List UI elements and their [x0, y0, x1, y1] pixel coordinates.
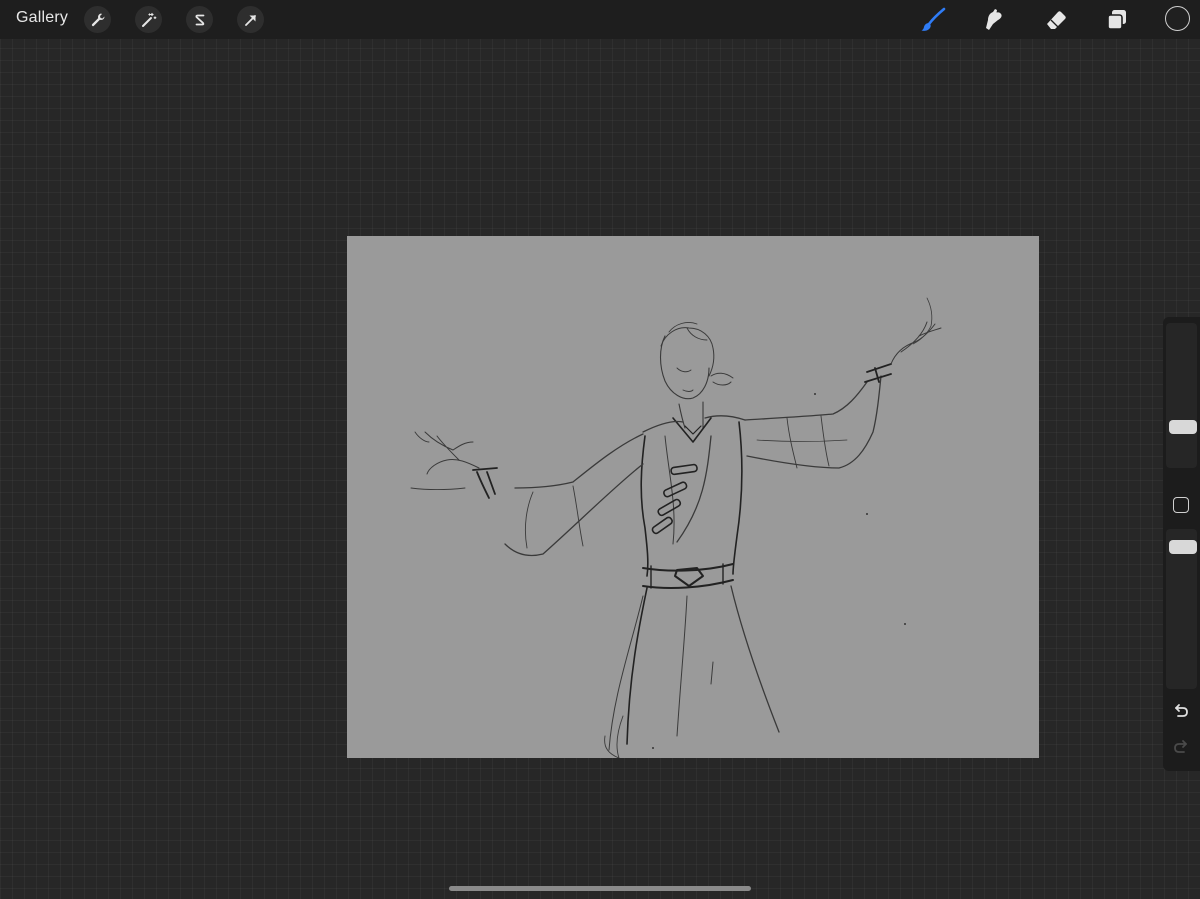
brush-size-thumb[interactable]	[1169, 420, 1197, 434]
layers-icon	[1107, 10, 1126, 30]
opacity-slider[interactable]	[1166, 529, 1197, 689]
eraser-icon	[1047, 11, 1066, 29]
brush-size-slider[interactable]	[1166, 323, 1197, 468]
gallery-button[interactable]: Gallery	[16, 9, 68, 27]
modify-button[interactable]	[1173, 497, 1189, 513]
drawing-canvas[interactable]	[347, 236, 1039, 758]
pencil-sketch	[410, 297, 942, 758]
wrench-icon	[91, 13, 104, 26]
selection-button[interactable]	[186, 6, 213, 33]
brush-tool-button[interactable]	[918, 5, 948, 35]
transform-button[interactable]	[237, 6, 264, 33]
redo-icon[interactable]	[1171, 737, 1191, 757]
side-toolbar	[1163, 317, 1200, 771]
procreate-app: Gallery	[0, 0, 1200, 899]
selection-s-icon	[194, 14, 204, 25]
adjustments-button[interactable]	[135, 6, 162, 33]
layers-button[interactable]	[1102, 5, 1132, 35]
smudge-tool-button[interactable]	[979, 5, 1009, 35]
magic-wand-icon	[141, 12, 156, 27]
arrow-cursor-icon	[244, 14, 256, 26]
top-toolbar: Gallery	[0, 0, 1200, 39]
home-indicator[interactable]	[449, 886, 751, 891]
opacity-thumb[interactable]	[1169, 540, 1197, 554]
smudge-icon	[986, 9, 1002, 30]
actions-button[interactable]	[84, 6, 111, 33]
brush-icon	[921, 7, 946, 31]
color-picker-button[interactable]	[1165, 6, 1190, 31]
eraser-tool-button[interactable]	[1041, 5, 1071, 35]
undo-icon[interactable]	[1171, 701, 1191, 721]
